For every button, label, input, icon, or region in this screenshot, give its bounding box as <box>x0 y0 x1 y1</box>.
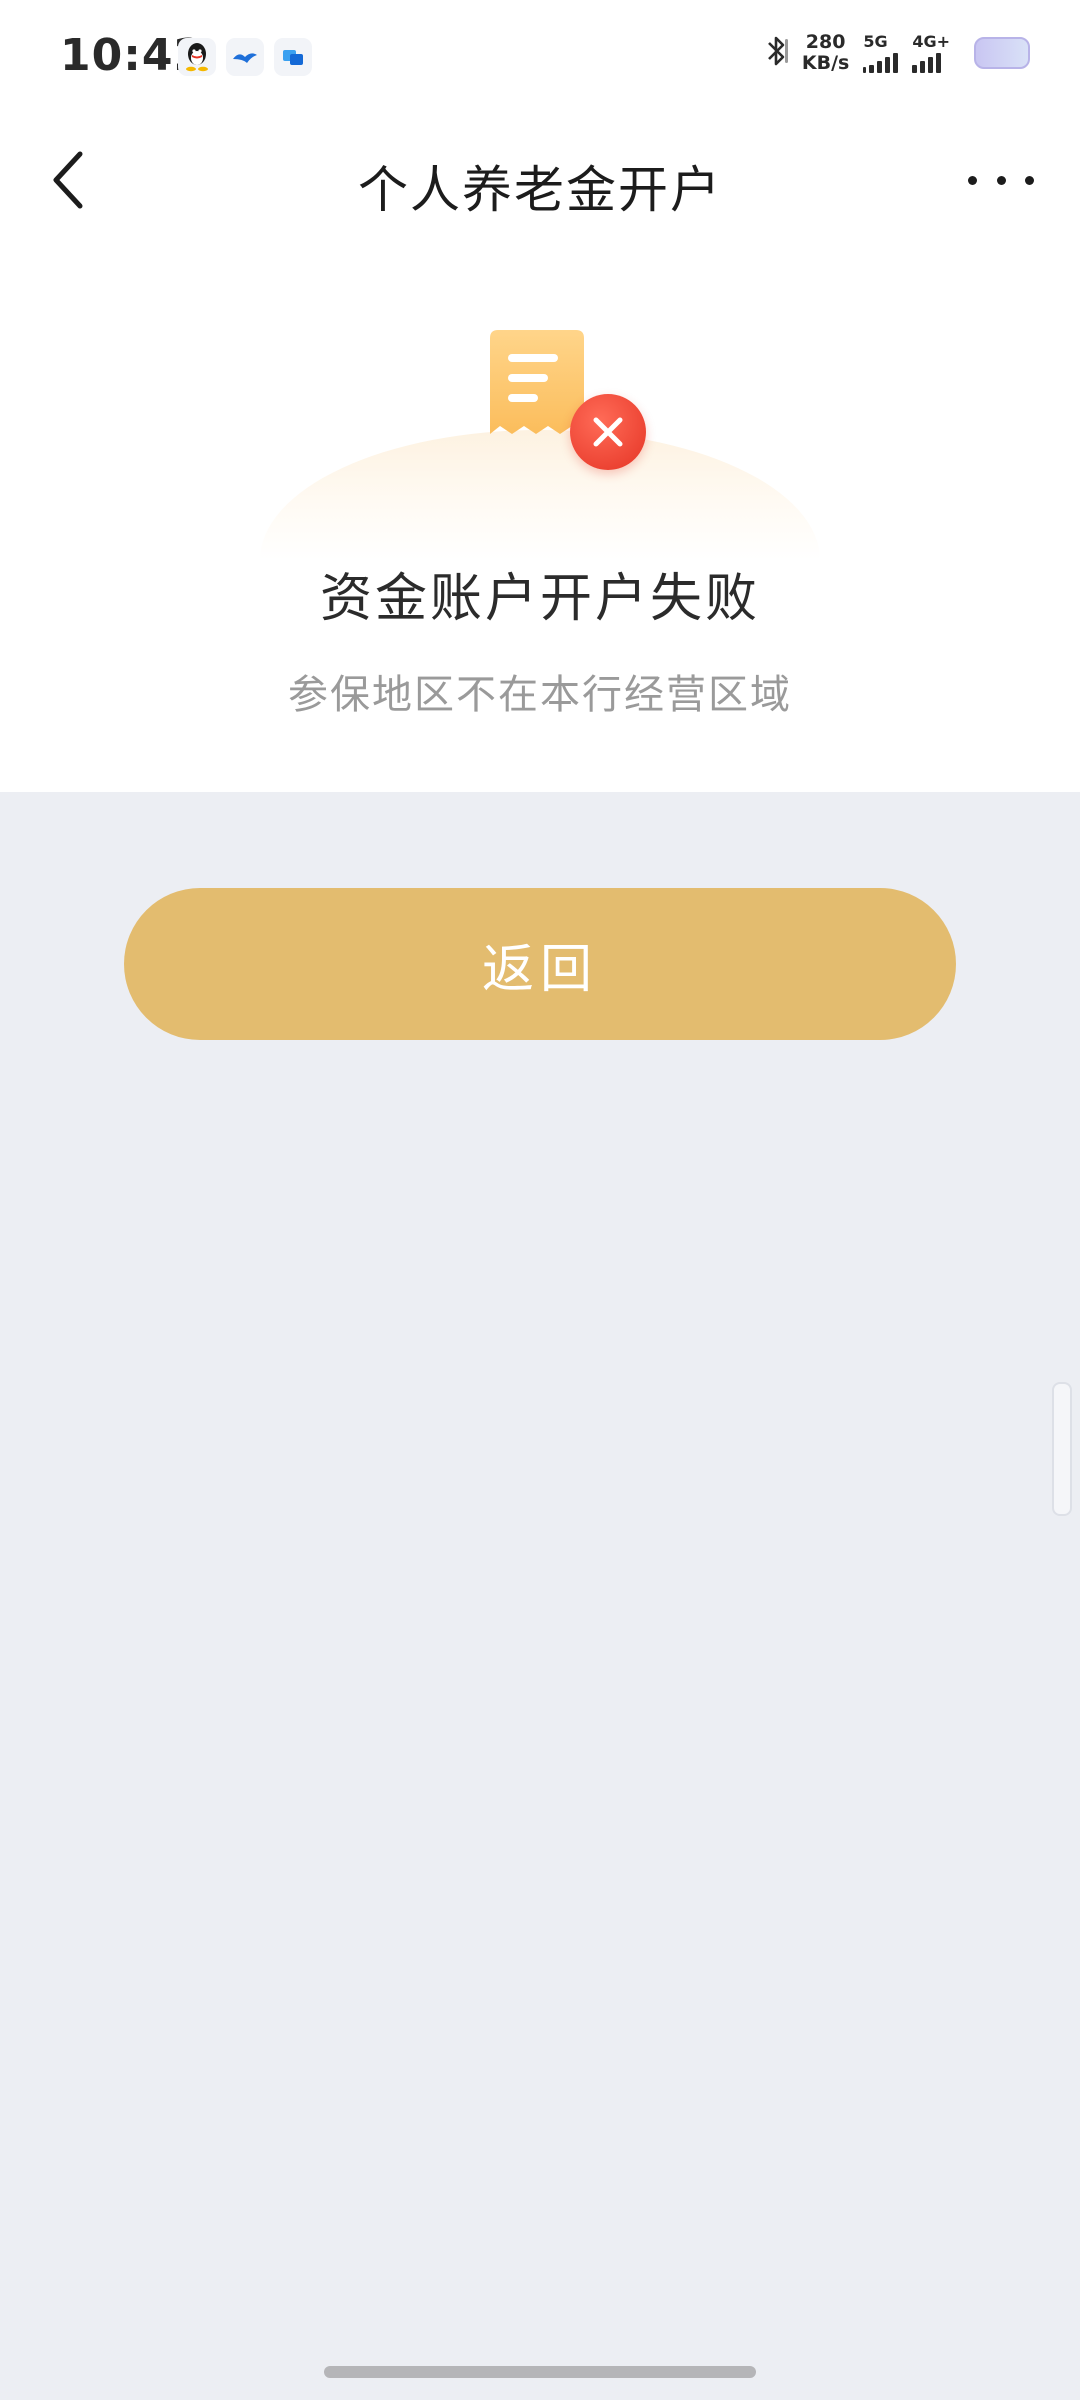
qq-icon <box>178 38 216 76</box>
battery-icon <box>974 37 1030 69</box>
signal-bars-icon <box>912 51 942 73</box>
return-button[interactable]: 返回 <box>124 888 956 1040</box>
scrollbar[interactable] <box>1052 1382 1072 1516</box>
chat-app-icon <box>274 38 312 76</box>
home-gesture-bar[interactable] <box>324 2366 756 2378</box>
more-options-button[interactable] <box>968 160 1034 200</box>
result-message: 参保地区不在本行经营区域 <box>288 672 792 718</box>
more-horizontal-icon <box>968 175 977 185</box>
signal-bars-icon <box>863 51 899 73</box>
illustration-glow <box>260 430 820 560</box>
signal-5g: 5G <box>863 32 899 73</box>
notification-icons <box>178 38 312 76</box>
close-circle-icon <box>570 394 646 470</box>
bird-app-icon <box>226 38 264 76</box>
network-speed-unit: KB/s <box>801 52 850 74</box>
navigation-bar: 个人养老金开户 <box>0 120 1080 240</box>
result-header-panel: 10:42 280 KB/s 5G 4G+ 个人养老金开户 资金账户开户失败 参… <box>0 0 1080 792</box>
network-label-5g: 5G <box>863 32 888 51</box>
result-illustration <box>240 300 840 560</box>
network-speed: 280 KB/s <box>802 32 849 74</box>
signal-4g: 4G+ <box>912 33 950 73</box>
status-bar: 10:42 280 KB/s 5G 4G+ <box>0 0 1080 120</box>
network-speed-value: 280 <box>805 31 846 53</box>
bluetooth-icon <box>766 33 788 73</box>
network-label-4g: 4G+ <box>912 32 950 51</box>
page-title: 个人养老金开户 <box>358 161 722 219</box>
system-status-icons: 280 KB/s 5G 4G+ <box>766 32 1030 74</box>
result-title: 资金账户开户失败 <box>319 569 760 629</box>
